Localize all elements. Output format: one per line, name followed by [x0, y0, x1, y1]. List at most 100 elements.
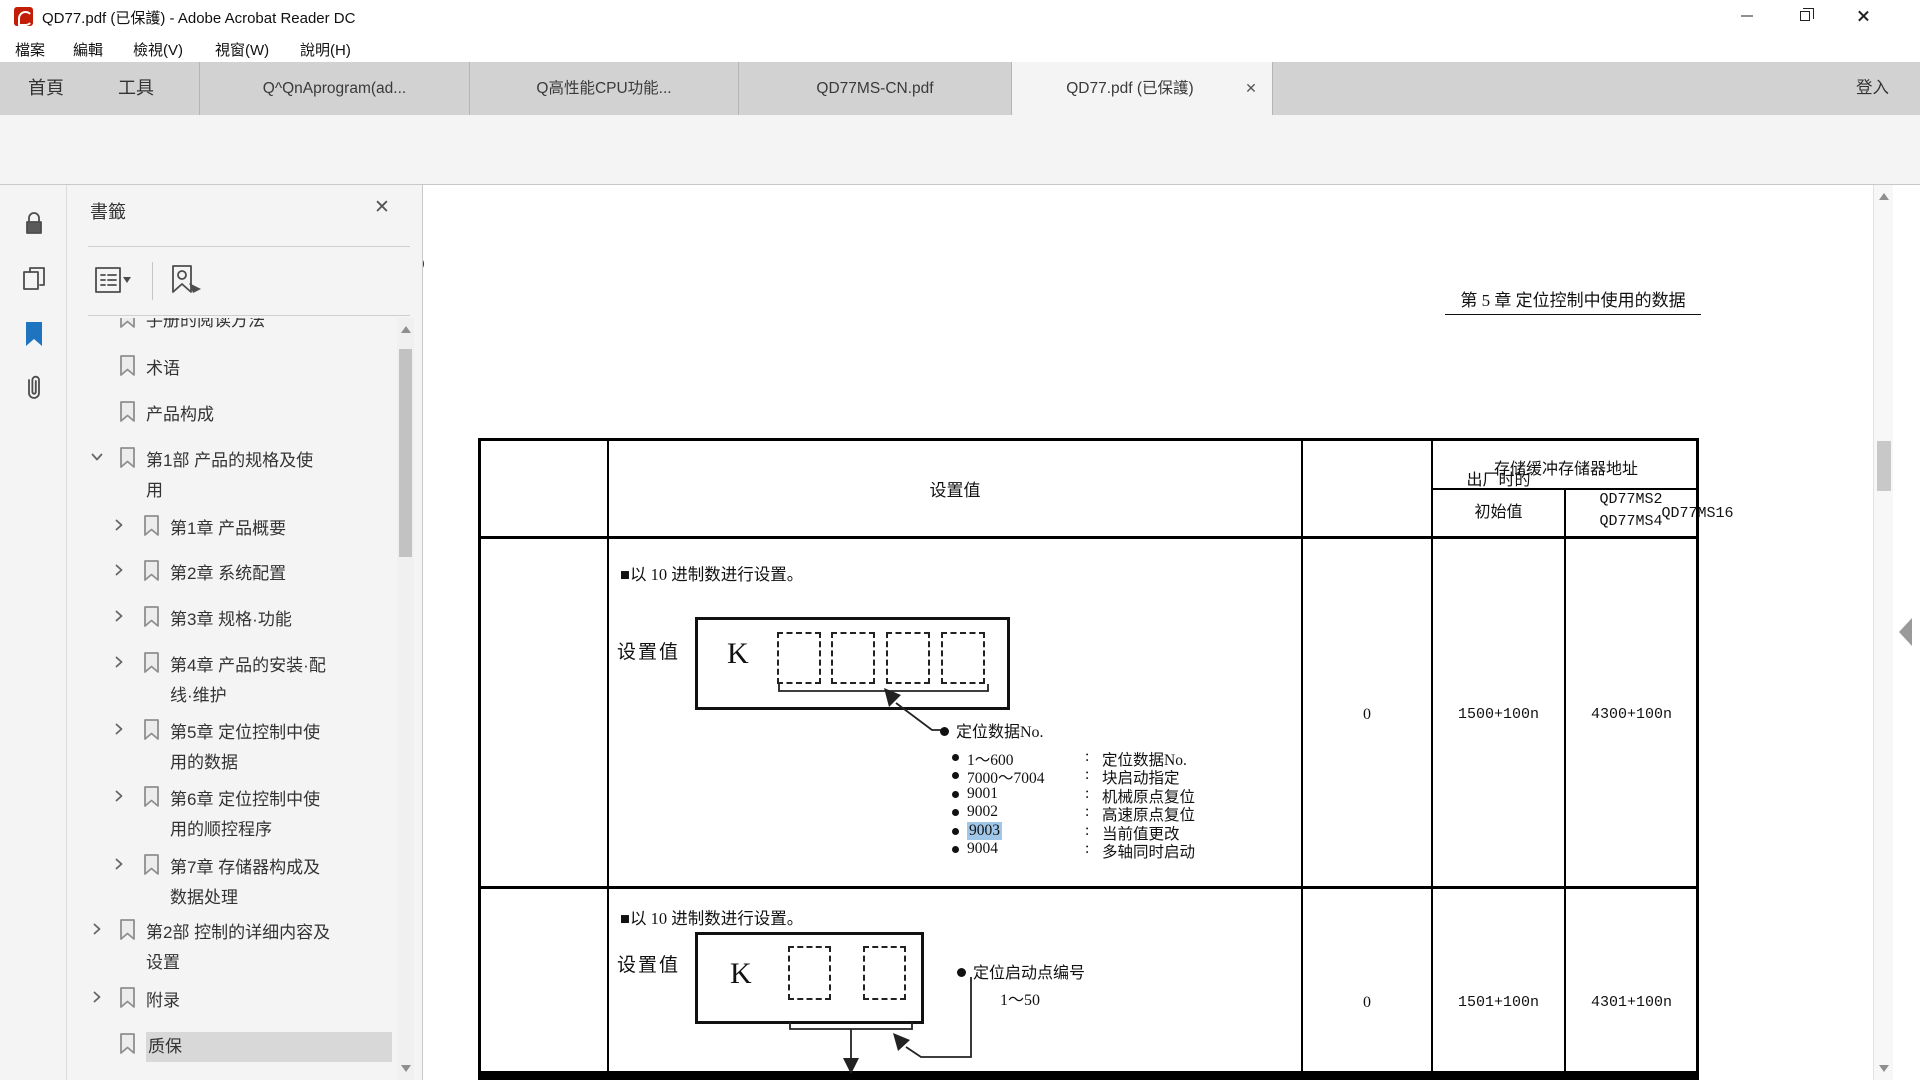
- bookmarks-scrollbar-thumb[interactable]: [399, 349, 412, 557]
- attachments-icon[interactable]: [19, 373, 49, 403]
- row2-pointer-range: 1～50: [1000, 986, 1040, 1010]
- list-item: 9004:多轴同时启动: [952, 840, 1212, 858]
- digit-box: [863, 946, 906, 1000]
- scroll-down-icon[interactable]: [1879, 1065, 1889, 1072]
- bookmarks-scrollbar[interactable]: [397, 318, 414, 1080]
- page-thumbnails-icon[interactable]: [19, 264, 49, 294]
- row2-addr-ms16: 4301+100n: [1566, 994, 1697, 1011]
- bookmark-icon: [143, 560, 160, 581]
- bookmark-icon: [143, 786, 160, 807]
- document-scrollbar-thumb[interactable]: [1877, 441, 1891, 491]
- row1-addr-ms16: 4300+100n: [1566, 706, 1697, 723]
- chevron-collapsed-icon[interactable]: [113, 790, 125, 802]
- divider: [152, 262, 153, 300]
- menu-bar: 檔案 編輯 檢視(V) 視窗(W) 說明(H): [0, 32, 1920, 62]
- divider: [88, 315, 410, 316]
- doc-tab-1[interactable]: Q^QnAprogram(ad...: [199, 62, 469, 115]
- col-header-setting-value: 设置值: [609, 476, 1301, 501]
- menu-file[interactable]: 檔案: [9, 37, 51, 62]
- bookmark-icon: [119, 318, 136, 328]
- table-line: [1301, 438, 1303, 1080]
- tab-bar: 首頁 工具 Q^QnAprogram(ad... Q高性能CPU功能... QD…: [0, 62, 1920, 115]
- menu-window[interactable]: 視窗(W): [209, 37, 275, 62]
- tab-home[interactable]: 首頁: [14, 62, 78, 115]
- document-scrollbar[interactable]: [1873, 185, 1893, 1080]
- row2-pointer-title-text: 定位启动点编号: [973, 965, 1085, 982]
- window-title: QD77.pdf (已保護) - Adobe Acrobat Reader DC: [42, 7, 355, 28]
- list-item: 9001:机械原点复位: [952, 785, 1212, 803]
- chevron-collapsed-icon[interactable]: [113, 656, 125, 668]
- bookmark-icon: [143, 515, 160, 536]
- chevron-collapsed-icon[interactable]: [113, 564, 125, 576]
- locate-current-bookmark-icon[interactable]: [163, 263, 203, 297]
- bookmark-icon: [143, 719, 160, 740]
- qd77ms16-label: QD77MS16: [1661, 505, 1733, 522]
- menu-edit[interactable]: 編輯: [67, 37, 109, 62]
- menu-view[interactable]: 檢視(V): [127, 37, 189, 62]
- close-button[interactable]: [1834, 0, 1892, 32]
- row2-default-value: 0: [1303, 994, 1431, 1012]
- bookmark-icon: [143, 854, 160, 875]
- chevron-collapsed-icon[interactable]: [113, 723, 125, 735]
- chevron-expanded-icon[interactable]: [91, 451, 103, 463]
- security-lock-icon: [19, 209, 49, 239]
- chevron-collapsed-icon[interactable]: [113, 858, 125, 870]
- chevron-collapsed-icon[interactable]: [91, 991, 103, 1003]
- factory-default-line2: 初始值: [1433, 498, 1564, 522]
- expand-tools-panel-arrow[interactable]: [1899, 618, 1912, 646]
- toolbar: / 974 100%: [0, 115, 1920, 185]
- row1-note: ■以 10 进制数进行设置。: [620, 561, 803, 585]
- table-line: [607, 438, 609, 1080]
- table-line: [478, 438, 481, 1080]
- restore-icon: [1800, 11, 1810, 21]
- row1-value-list: 1～600:定位数据No. 7000～7004:块启动指定 9001:机械原点复…: [952, 748, 1212, 858]
- doc-tab-2[interactable]: Q高性能CPU功能...: [469, 62, 738, 115]
- table-line: [1431, 438, 1433, 1080]
- bookmarks-close-icon[interactable]: ✕: [372, 198, 392, 218]
- chevron-collapsed-icon[interactable]: [91, 923, 103, 935]
- table-line: [478, 886, 1699, 889]
- list-item-highlighted: 9003:当前值更改: [952, 822, 1212, 840]
- tab-tools[interactable]: 工具: [104, 62, 168, 115]
- bookmark-icon: [119, 1033, 136, 1054]
- digit-box: [788, 946, 831, 1000]
- restore-button[interactable]: [1776, 0, 1834, 32]
- table-line: [478, 1071, 1699, 1080]
- bookmark-icon: [119, 447, 136, 468]
- row1-k-letter: K: [727, 637, 749, 671]
- bookmark-icon: [119, 919, 136, 940]
- row1-addr-ms2-ms4: 1500+100n: [1433, 706, 1564, 723]
- close-icon: [1857, 10, 1870, 23]
- doc-tab-active-label: QD77.pdf (已保護): [1066, 80, 1193, 97]
- digit-box: [941, 632, 985, 684]
- table-line: [478, 438, 1699, 441]
- document-page: 第 5 章 定位控制中使用的数据 设置值 出厂时的 初始值 存储缓冲存储器地址 …: [424, 185, 1873, 1080]
- bookmarks-options-icon[interactable]: [93, 263, 133, 297]
- doc-tab-3[interactable]: QD77MS-CN.pdf: [738, 62, 1011, 115]
- minimize-button[interactable]: [1718, 0, 1776, 32]
- bookmark-icon: [119, 355, 136, 376]
- col-header-qd77ms16: QD77MS16: [1566, 505, 1697, 522]
- bookmark-icon: [143, 652, 160, 673]
- scroll-up-icon[interactable]: [1879, 193, 1889, 200]
- row2-addr-ms2-ms4: 1501+100n: [1433, 994, 1564, 1011]
- list-item: 7000～7004:块启动指定: [952, 766, 1212, 784]
- row2-k-letter: K: [730, 957, 752, 991]
- sign-in-link[interactable]: 登入: [1856, 62, 1889, 115]
- chevron-collapsed-icon[interactable]: [113, 610, 125, 622]
- scroll-up-icon[interactable]: [401, 326, 411, 333]
- chevron-collapsed-icon[interactable]: [113, 519, 125, 531]
- tab-close-icon[interactable]: ✕: [1244, 81, 1258, 95]
- menu-help[interactable]: 說明(H): [294, 37, 357, 62]
- doc-tab-active[interactable]: QD77.pdf (已保護) ✕: [1011, 62, 1273, 115]
- navigation-rail: [0, 185, 67, 1080]
- scroll-down-icon[interactable]: [401, 1065, 411, 1072]
- table-line: [1564, 488, 1566, 1080]
- list-item: 1～600:定位数据No.: [952, 748, 1212, 766]
- bookmarks-panel: 書籤 ✕ 手册的阅读方法 术语 产品构成 第1部 产品的规格及使用 第1章 产品…: [67, 185, 423, 1080]
- title-bar: QD77.pdf (已保護) - Adobe Acrobat Reader DC: [0, 0, 1920, 32]
- bookmarks-panel-title: 書籤: [90, 198, 126, 224]
- chapter-header: 第 5 章 定位控制中使用的数据: [1445, 286, 1701, 315]
- bookmarks-panel-icon[interactable]: [19, 319, 49, 349]
- digit-box: [777, 632, 821, 684]
